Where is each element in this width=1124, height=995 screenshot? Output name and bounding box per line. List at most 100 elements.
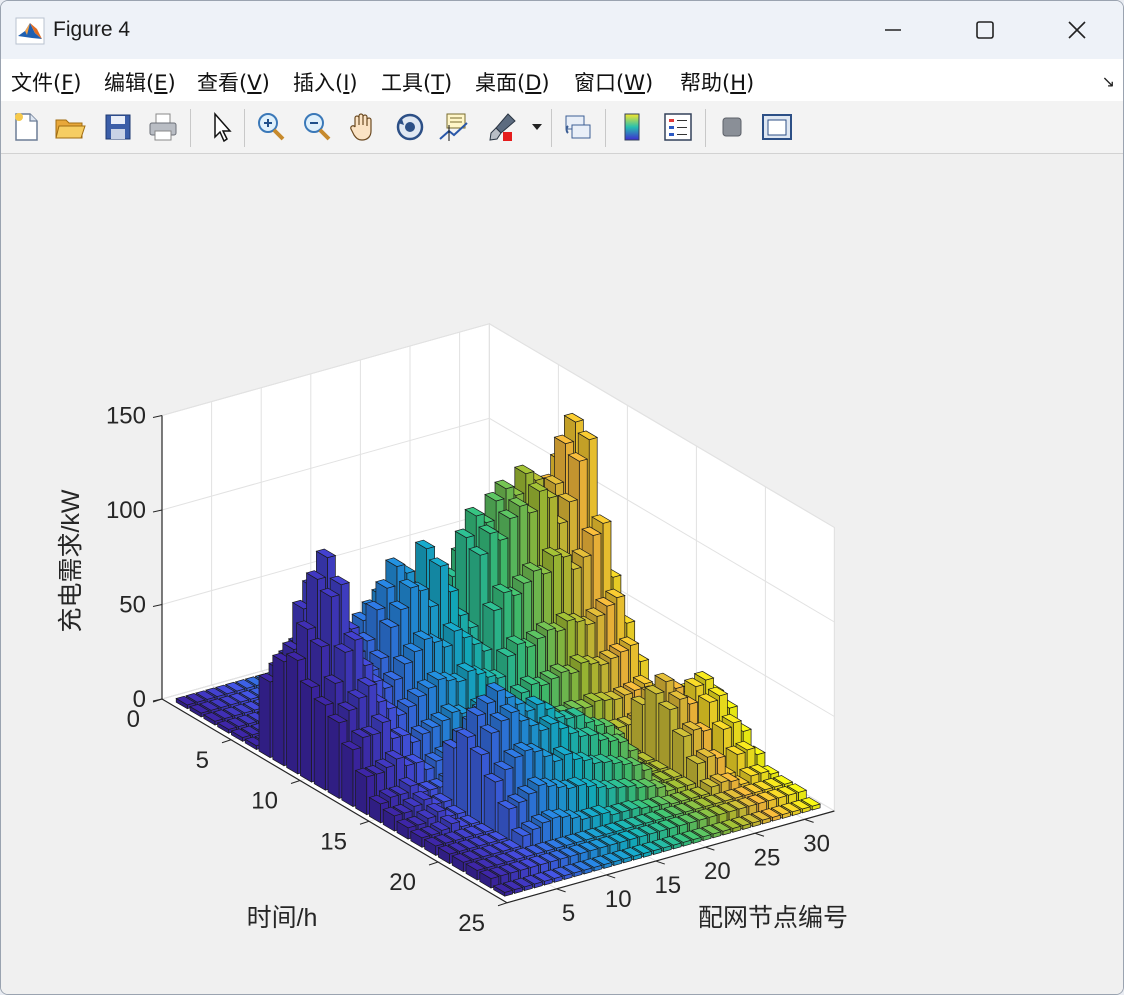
menu-file[interactable]: 文件(F) [11, 67, 82, 97]
hide-plot-tools-icon [722, 117, 742, 137]
x-tick-label: 15 [654, 872, 681, 899]
menu-window[interactable]: 窗口(W) [574, 67, 653, 97]
x-tick [705, 846, 715, 851]
y-tick-label: 25 [458, 910, 485, 937]
window-title: Figure 4 [53, 18, 131, 41]
x-tick [606, 874, 616, 879]
print-button[interactable] [144, 107, 182, 147]
pan-button[interactable] [344, 107, 382, 147]
x-tick-label: 20 [704, 858, 731, 885]
bar-side-face [286, 653, 299, 775]
menu-insert[interactable]: 插入(I) [293, 67, 358, 97]
figure-window: Figure 4 文件(F) 编辑(E) 查看(V) 插入(I) 工具(T) 桌… [0, 0, 1124, 995]
toolbar-separator [605, 109, 606, 147]
maximize-button[interactable] [939, 1, 1031, 59]
x-tick-label: 25 [754, 844, 781, 871]
x-tick-label: 10 [605, 886, 632, 913]
menu-edit[interactable]: 编辑(E) [104, 67, 176, 97]
bar-side-face [300, 680, 312, 783]
y-tick [359, 820, 370, 825]
y-tick-label: 10 [251, 788, 278, 815]
bar-side-face [313, 698, 326, 791]
new-file-icon [15, 113, 38, 141]
save-icon [105, 114, 131, 140]
pan-hand-icon [350, 113, 372, 141]
legend-icon [664, 113, 692, 141]
zoom-out-button[interactable] [298, 107, 336, 147]
hide-plot-tools-button[interactable] [713, 107, 751, 147]
bar-side-face [258, 674, 271, 759]
edit-plot-button[interactable] [201, 107, 239, 147]
pointer-icon [214, 112, 232, 143]
maximize-icon [976, 21, 994, 39]
chevron-down-icon [532, 124, 542, 130]
menu-help[interactable]: 帮助(H) [680, 67, 754, 97]
toolbar-separator [551, 109, 552, 147]
bar-side-face [272, 654, 285, 767]
close-icon [1068, 21, 1086, 39]
toolbar-separator [705, 109, 706, 147]
print-icon [149, 113, 177, 141]
zoom-in-button[interactable] [252, 107, 290, 147]
colorbar-button[interactable] [613, 107, 651, 147]
matlab-logo-icon [15, 17, 45, 45]
brush-icon [489, 113, 516, 141]
menu-tools[interactable]: 工具(T) [381, 67, 452, 97]
close-button[interactable] [1031, 1, 1123, 59]
y-tick [290, 780, 301, 784]
brush-button[interactable] [483, 107, 521, 147]
y-tick [221, 739, 232, 744]
x-tick [804, 818, 814, 823]
menu-desktop[interactable]: 桌面(D) [475, 67, 550, 97]
link-plot-button[interactable] [559, 107, 597, 147]
toolbar-separator [190, 109, 191, 147]
y-tick-label: 20 [389, 869, 416, 896]
z-axis-title: 充电需求/kW [57, 489, 85, 632]
brush-options-button[interactable] [527, 107, 547, 147]
x-tick [556, 888, 566, 893]
menu-view[interactable]: 查看(V) [197, 67, 270, 97]
link-plot-icon [565, 115, 591, 139]
z-tick [152, 604, 163, 607]
z-tick-label: 100 [106, 497, 146, 524]
figure-canvas: 0 50 100 150 0 5 10 15 20 25 5 10 15 20 25 30 充电需求/kW 时间/… [1, 154, 1123, 994]
x-axis-title: 配网节点编号 [698, 904, 848, 932]
show-plot-tools-button[interactable] [758, 107, 796, 147]
tool-bar [1, 101, 1123, 154]
show-plot-tools-icon [762, 114, 792, 140]
z-tick-label: 50 [119, 592, 146, 619]
rotate-3d-button[interactable] [391, 107, 429, 147]
zoom-out-icon [304, 113, 331, 141]
minimize-icon [885, 29, 901, 31]
y-tick-label: 5 [196, 747, 209, 774]
bar-side-face [355, 769, 368, 816]
save-button[interactable] [99, 107, 137, 147]
y-tick [497, 902, 508, 907]
menu-bar: 文件(F) 编辑(E) 查看(V) 插入(I) 工具(T) 桌面(D) 窗口(W… [1, 59, 1123, 102]
x-tick [754, 832, 765, 837]
x-tick-label: 5 [562, 900, 575, 927]
y-tick-label: 0 [127, 706, 140, 733]
y-tick-label: 15 [320, 828, 347, 855]
minimize-button[interactable] [847, 1, 939, 59]
new-figure-button[interactable] [7, 107, 45, 147]
toolbar-separator [244, 109, 245, 147]
x-tick [655, 860, 665, 865]
bar3-chart[interactable]: 0501001500510152025 51015202530充电需求/kW时间/… [1, 154, 1123, 994]
open-file-button[interactable] [51, 107, 89, 147]
zoom-in-icon [258, 113, 285, 141]
z-tick-label: 150 [106, 403, 146, 430]
y-tick [428, 861, 439, 866]
y-axis-title: 时间/h [247, 904, 318, 932]
bar-side-face [327, 715, 340, 800]
open-folder-icon [55, 119, 86, 139]
x-tick-label: 30 [803, 830, 830, 857]
bar-side-face [341, 742, 354, 808]
z-tick [152, 415, 163, 418]
z-tick [152, 509, 163, 513]
legend-button[interactable] [659, 107, 697, 147]
data-tips-button[interactable] [435, 107, 473, 147]
dock-arrow-icon[interactable]: ↘ [1102, 72, 1115, 91]
title-bar: Figure 4 [1, 1, 1123, 59]
colorbar-icon [624, 113, 640, 141]
